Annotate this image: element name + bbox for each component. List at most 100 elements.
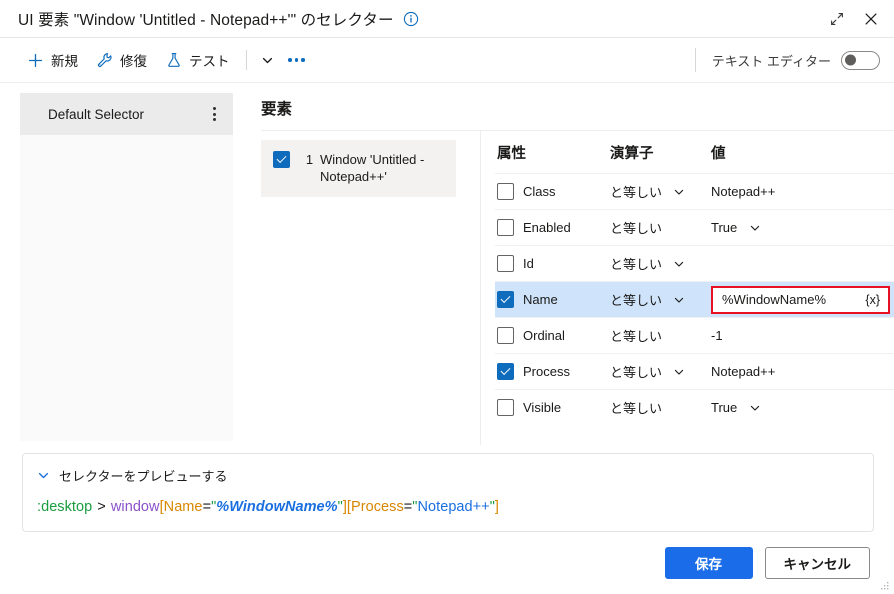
table-row[interactable]: Class と等しい Notepad++ (495, 173, 894, 209)
table-row[interactable]: Enabled と等しい True (495, 209, 894, 245)
column-header-operator: 演算子 (610, 145, 654, 162)
toolbar: 新規 修復 テスト テキスト エディター (0, 38, 894, 83)
chevron-down-icon[interactable] (254, 46, 282, 74)
element-tree-row[interactable]: 1 Window 'Untitled - Notepad++' (261, 140, 456, 197)
selector-token-0: :desktop (37, 499, 93, 515)
sidebar-item-label: Default Selector (48, 106, 145, 122)
new-selector-label: 新規 (51, 54, 78, 69)
element-tree-index: 1 (305, 152, 314, 167)
chevron-down-icon[interactable] (672, 257, 685, 270)
attribute-value-input[interactable]: %WindowName% {x} (711, 285, 890, 314)
selector-token-4: Name (163, 499, 203, 515)
selector-token-5: = (202, 499, 212, 515)
table-row[interactable]: Ordinal と等しい -1 (495, 317, 894, 353)
chevron-down-icon[interactable] (748, 401, 761, 414)
attributes-table-body: Class と等しい Notepad++ Enabled と等しい True I… (495, 173, 894, 445)
attribute-checkbox[interactable] (497, 399, 514, 416)
test-selector-label: テスト (189, 54, 230, 69)
elements-header: 要素 (261, 101, 293, 118)
vdot (212, 112, 216, 116)
preview-toggle-label: セレクターをプレビューする (59, 469, 228, 484)
attribute-name: Name (523, 292, 558, 307)
attribute-name: Visible (523, 400, 562, 415)
column-header-attribute: 属性 (497, 145, 526, 162)
element-tree-label: Window 'Untitled - Notepad++' (320, 152, 425, 184)
text-editor-toggle-group: テキスト エディター (694, 48, 880, 72)
attribute-name: Ordinal (523, 328, 565, 343)
attribute-name: Enabled (523, 220, 571, 235)
text-editor-label: テキスト エディター (711, 53, 831, 69)
attribute-checkbox[interactable] (497, 291, 514, 308)
selector-dialog-window: UI 要素 "Window 'Untitled - Notepad++'" のセ… (0, 0, 894, 594)
operator-label: と等しい (610, 329, 663, 344)
attribute-value: %WindowName% (722, 292, 827, 307)
operator-label: と等しい (610, 401, 663, 416)
attribute-name: Class (523, 184, 556, 199)
dialog-body: Default Selector 要素 1 Window 'Untitled -… (0, 83, 894, 445)
attributes-pane: 属性 演算子 値 Class と等しい Notepad++ Enabled と等… (480, 131, 894, 445)
table-row[interactable]: Name と等しい %WindowName% {x} (495, 281, 894, 317)
selector-token-7: %WindowName% (216, 499, 338, 515)
toolbar-divider (245, 50, 247, 70)
element-panes: 1 Window 'Untitled - Notepad++' 属性 演算子 値 (261, 130, 894, 445)
toggle-knob (845, 54, 856, 66)
table-row[interactable]: Process と等しい Notepad++ (495, 353, 894, 389)
chevron-down-icon[interactable] (672, 293, 685, 306)
column-header-value: 値 (711, 145, 726, 162)
attribute-checkbox[interactable] (497, 183, 514, 200)
ellipsis-dot (301, 58, 305, 62)
attribute-value: Notepad++ (711, 364, 776, 379)
operator-label: と等しい (610, 185, 663, 200)
selector-token-2: window (110, 499, 160, 515)
vdot (212, 107, 216, 110)
attribute-name: Process (523, 364, 570, 379)
attribute-checkbox[interactable] (497, 219, 514, 236)
variable-picker-icon[interactable]: {x} (864, 293, 881, 307)
close-x-icon[interactable] (854, 4, 888, 34)
element-tree-checkbox[interactable] (273, 151, 290, 168)
table-row[interactable]: Id と等しい (495, 245, 894, 281)
dialog-footer: 保存 キャンセル (0, 532, 894, 594)
operator-label: と等しい (610, 293, 663, 308)
chevron-down-icon[interactable] (672, 365, 685, 378)
selector-list-sidebar: Default Selector (20, 93, 233, 441)
chevron-down-icon[interactable] (672, 185, 685, 198)
resize-grip[interactable] (878, 579, 890, 591)
repair-selector-button[interactable]: 修復 (87, 45, 156, 75)
test-selector-button[interactable]: テスト (156, 45, 239, 75)
flask-icon (165, 52, 182, 69)
attribute-value: -1 (711, 328, 723, 343)
vdot (212, 118, 216, 121)
title-bar: UI 要素 "Window 'Untitled - Notepad++'" のセ… (0, 0, 894, 38)
attribute-value: True (711, 220, 738, 235)
ellipsis-horizontal-icon[interactable] (282, 46, 312, 74)
attribute-checkbox[interactable] (497, 363, 514, 380)
plus-icon (27, 52, 44, 69)
preview-toggle[interactable]: セレクターをプレビューする (37, 466, 227, 485)
selector-token-12: = (403, 499, 413, 515)
cancel-button[interactable]: キャンセル (764, 547, 870, 579)
ellipsis-dot (294, 58, 299, 62)
chevron-down-icon (37, 469, 50, 482)
info-circle-icon[interactable] (403, 11, 419, 27)
table-row[interactable]: Visible と等しい True (495, 389, 894, 425)
ellipsis-dot (288, 58, 292, 62)
selector-token-16: ] (494, 499, 499, 515)
element-tree-pane: 1 Window 'Untitled - Notepad++' (261, 131, 480, 445)
repair-selector-label: 修復 (120, 54, 147, 69)
selector-token-1: > (93, 499, 110, 515)
attribute-value: Notepad++ (711, 184, 776, 199)
vertical-ellipsis-icon[interactable] (204, 102, 224, 126)
attribute-checkbox[interactable] (497, 255, 514, 272)
operator-label: と等しい (610, 257, 663, 272)
chevron-down-icon[interactable] (748, 221, 761, 234)
new-selector-button[interactable]: 新規 (18, 45, 87, 75)
attributes-table-header: 属性 演算子 値 (495, 131, 894, 173)
save-button[interactable]: 保存 (664, 547, 753, 579)
page-title: UI 要素 "Window 'Untitled - Notepad++'" のセ… (18, 11, 394, 29)
sidebar-item-default-selector[interactable]: Default Selector (20, 93, 233, 135)
operator-label: と等しい (610, 365, 663, 380)
expand-diagonal-icon[interactable] (820, 4, 854, 34)
text-editor-toggle[interactable] (841, 50, 880, 70)
attribute-checkbox[interactable] (497, 327, 514, 344)
